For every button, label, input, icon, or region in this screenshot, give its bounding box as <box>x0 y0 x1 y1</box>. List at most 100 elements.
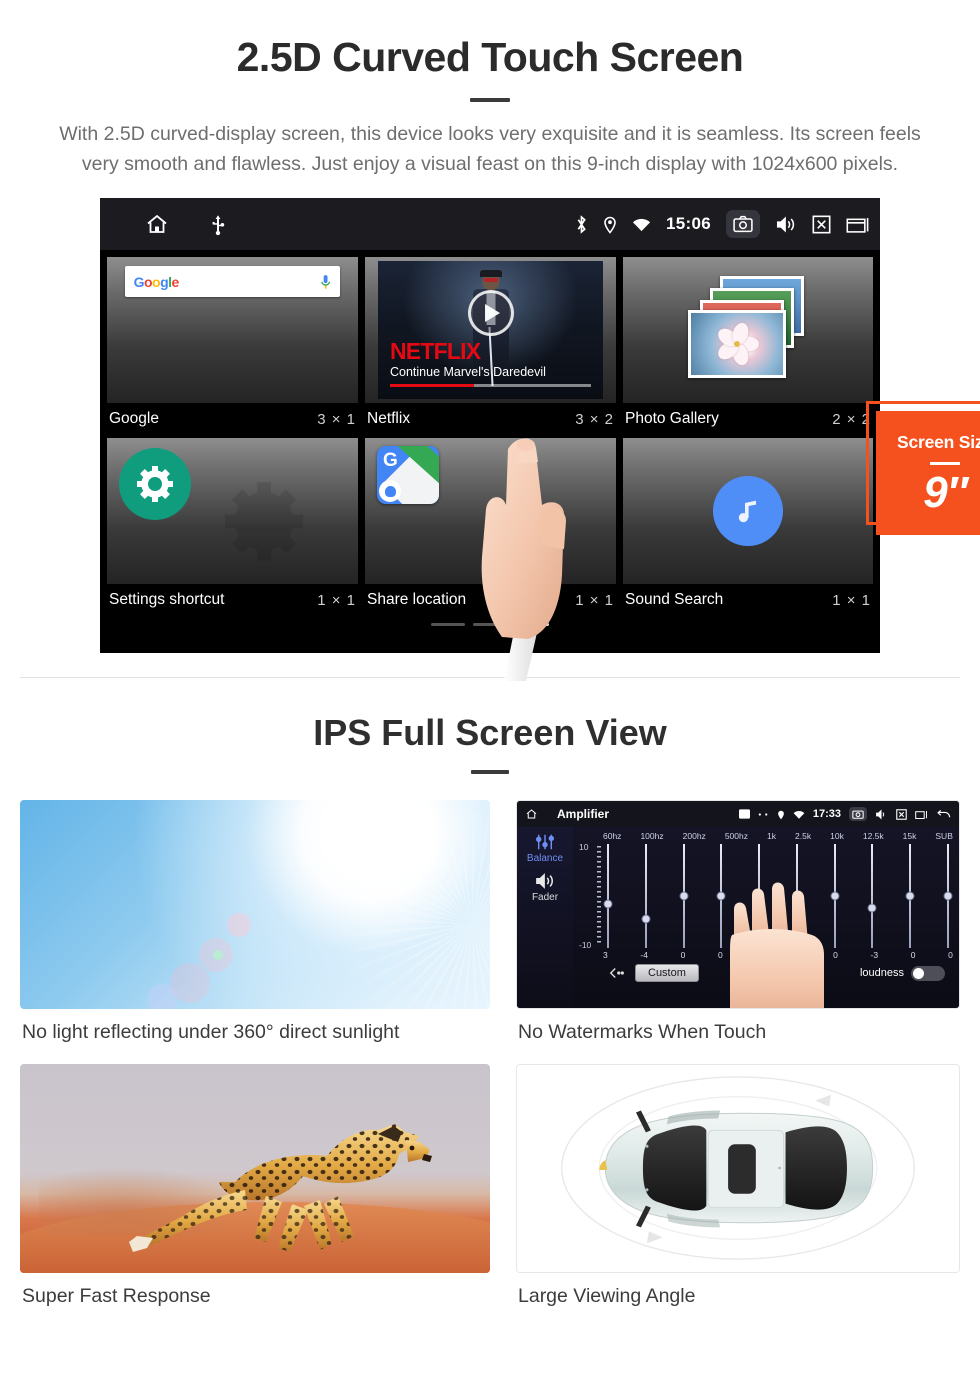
widget-sound-search[interactable]: Sound Search 1 × 1 <box>623 438 874 613</box>
google-search-bar[interactable]: Google <box>124 266 341 297</box>
feature-cell-viewing-angle: Large Viewing Angle <box>490 1064 960 1308</box>
feature-caption: No Watermarks When Touch <box>518 1021 767 1043</box>
photo-stack <box>682 276 814 384</box>
wifi-icon[interactable] <box>632 217 651 232</box>
widget-name: Netflix <box>367 410 411 427</box>
camera-icon[interactable] <box>849 807 867 821</box>
equalizer-sliders-area: 10 -10 <box>579 842 953 1008</box>
band-value: 0 <box>680 950 686 960</box>
google-maps-icon: G <box>377 446 439 504</box>
volume-icon[interactable] <box>775 215 797 234</box>
widget-google[interactable]: Google Google 3 × 1 <box>107 257 358 432</box>
tab-balance[interactable]: Balance <box>527 853 563 864</box>
eq-slider[interactable] <box>679 844 689 948</box>
widget-share-location[interactable]: G Share location 1 × 1 <box>365 438 616 613</box>
loudness-toggle[interactable] <box>911 965 945 981</box>
widget-gallery-label-row: Photo Gallery 2 × 2 <box>623 403 873 432</box>
band-label: 15k <box>902 831 917 841</box>
car-top-view-image <box>517 1065 959 1272</box>
loudness-label: loudness <box>859 967 904 979</box>
location-icon[interactable] <box>603 215 617 234</box>
widget-settings-label-row: Settings shortcut 1 × 1 <box>107 584 358 613</box>
band-label: 1k <box>767 831 776 841</box>
car-image-card <box>516 1064 960 1273</box>
preset-button[interactable]: Custom <box>635 964 699 982</box>
amplifier-screen: Amplifier 17:33 Balance Fader 60hz 100hz… <box>517 801 959 1008</box>
band-value: 0 <box>833 950 838 960</box>
microphone-icon[interactable] <box>320 274 331 290</box>
widget-name: Photo Gallery <box>625 410 719 427</box>
page-dot-1[interactable] <box>431 623 465 626</box>
status-bar-time: 15:06 <box>666 214 711 233</box>
netflix-subtitle: Continue Marvel's Daredevil <box>390 365 546 379</box>
band-label: 12.5k <box>862 831 884 841</box>
widget-size: 3 × 1 <box>317 410 356 428</box>
eq-slider[interactable] <box>867 844 877 948</box>
more-dots-icon[interactable] <box>758 812 769 817</box>
sun-rays <box>302 800 490 1009</box>
badge-value: 9″ <box>923 467 968 517</box>
netflix-preview: NETFLIX Continue Marvel's Daredevil <box>378 261 603 399</box>
section-curved-touch-screen: 2.5D Curved Touch Screen With 2.5D curve… <box>0 0 980 681</box>
eq-slider[interactable] <box>943 844 953 948</box>
widget-settings-shortcut[interactable]: Settings shortcut 1 × 1 <box>107 438 358 613</box>
home-icon[interactable] <box>525 808 538 820</box>
wifi-icon[interactable] <box>793 810 805 819</box>
fader-speaker-icon[interactable] <box>534 872 556 890</box>
eq-slider[interactable] <box>641 844 651 948</box>
recents-icon[interactable] <box>846 215 870 234</box>
section2-title: IPS Full Screen View <box>313 712 667 753</box>
title-underline <box>470 98 510 102</box>
gear-icon <box>137 466 173 502</box>
badge-title: Screen Size <box>896 431 980 452</box>
band-label: SUB <box>935 831 953 841</box>
back-icon[interactable] <box>936 809 951 820</box>
band-value: -3 <box>870 950 879 960</box>
amplifier-time: 17:33 <box>812 808 841 820</box>
page-dot-3-active[interactable] <box>515 623 549 626</box>
widget-sound-search-thumb <box>623 438 874 584</box>
home-icon[interactable] <box>144 212 170 236</box>
widget-netflix[interactable]: NETFLIX Continue Marvel's Daredevil Netf… <box>365 257 616 432</box>
cheetah-image <box>20 1064 490 1273</box>
band-label: 2.5k <box>795 831 812 841</box>
sunlight-image-card <box>20 800 490 1009</box>
volume-icon[interactable] <box>875 809 888 820</box>
tab-fader[interactable]: Fader <box>532 892 558 903</box>
device-screenshot-wrapper: 15:06 Google Google 3 × 1 NETFLIX Contin… <box>100 198 980 681</box>
widget-name: Settings shortcut <box>109 591 225 608</box>
eq-slider[interactable] <box>603 844 613 948</box>
band-label: 100hz <box>640 831 664 841</box>
blue-sky-image <box>20 800 490 1009</box>
widget-photo-gallery[interactable]: Photo Gallery 2 × 2 <box>623 257 874 432</box>
close-box-icon[interactable] <box>812 215 831 234</box>
recents-icon[interactable] <box>915 809 928 820</box>
band-value: -4 <box>640 950 648 960</box>
widget-row-1: Google Google 3 × 1 NETFLIX Continue Mar… <box>107 257 874 432</box>
close-box-icon[interactable] <box>896 808 907 820</box>
touching-hand-illustration <box>729 882 824 1008</box>
location-icon[interactable] <box>777 809 785 820</box>
play-icon[interactable] <box>467 290 514 337</box>
prev-preset-icon[interactable] <box>609 967 625 979</box>
section-divider <box>20 677 960 678</box>
amplifier-side-tabs: Balance Fader <box>517 827 573 1008</box>
equalizer-icon[interactable] <box>534 833 556 851</box>
band-value: 3 <box>603 950 608 960</box>
page-indicator[interactable] <box>107 619 873 636</box>
page-dot-2[interactable] <box>473 623 507 626</box>
band-value: 0 <box>910 950 916 960</box>
equalizer-panel: 60hz 100hz 200hz 500hz 1k 2.5k 10k 12.5k… <box>573 827 959 1008</box>
section-paragraph: With 2.5D curved-display screen, this de… <box>59 123 921 175</box>
badge-divider <box>930 461 960 465</box>
sd-card-icon[interactable] <box>738 809 750 819</box>
widget-name: Sound Search <box>625 591 724 608</box>
feature-grid: No light reflecting under 360° direct su… <box>20 800 960 1308</box>
eq-slider[interactable] <box>905 844 915 948</box>
google-logo: Google <box>133 273 180 290</box>
bluetooth-icon[interactable] <box>575 214 588 234</box>
page-title: 2.5D Curved Touch Screen <box>236 34 744 80</box>
camera-icon[interactable] <box>726 210 760 238</box>
widget-google-label-row: Google 3 × 1 <box>107 403 358 432</box>
usb-icon[interactable] <box>210 212 226 236</box>
